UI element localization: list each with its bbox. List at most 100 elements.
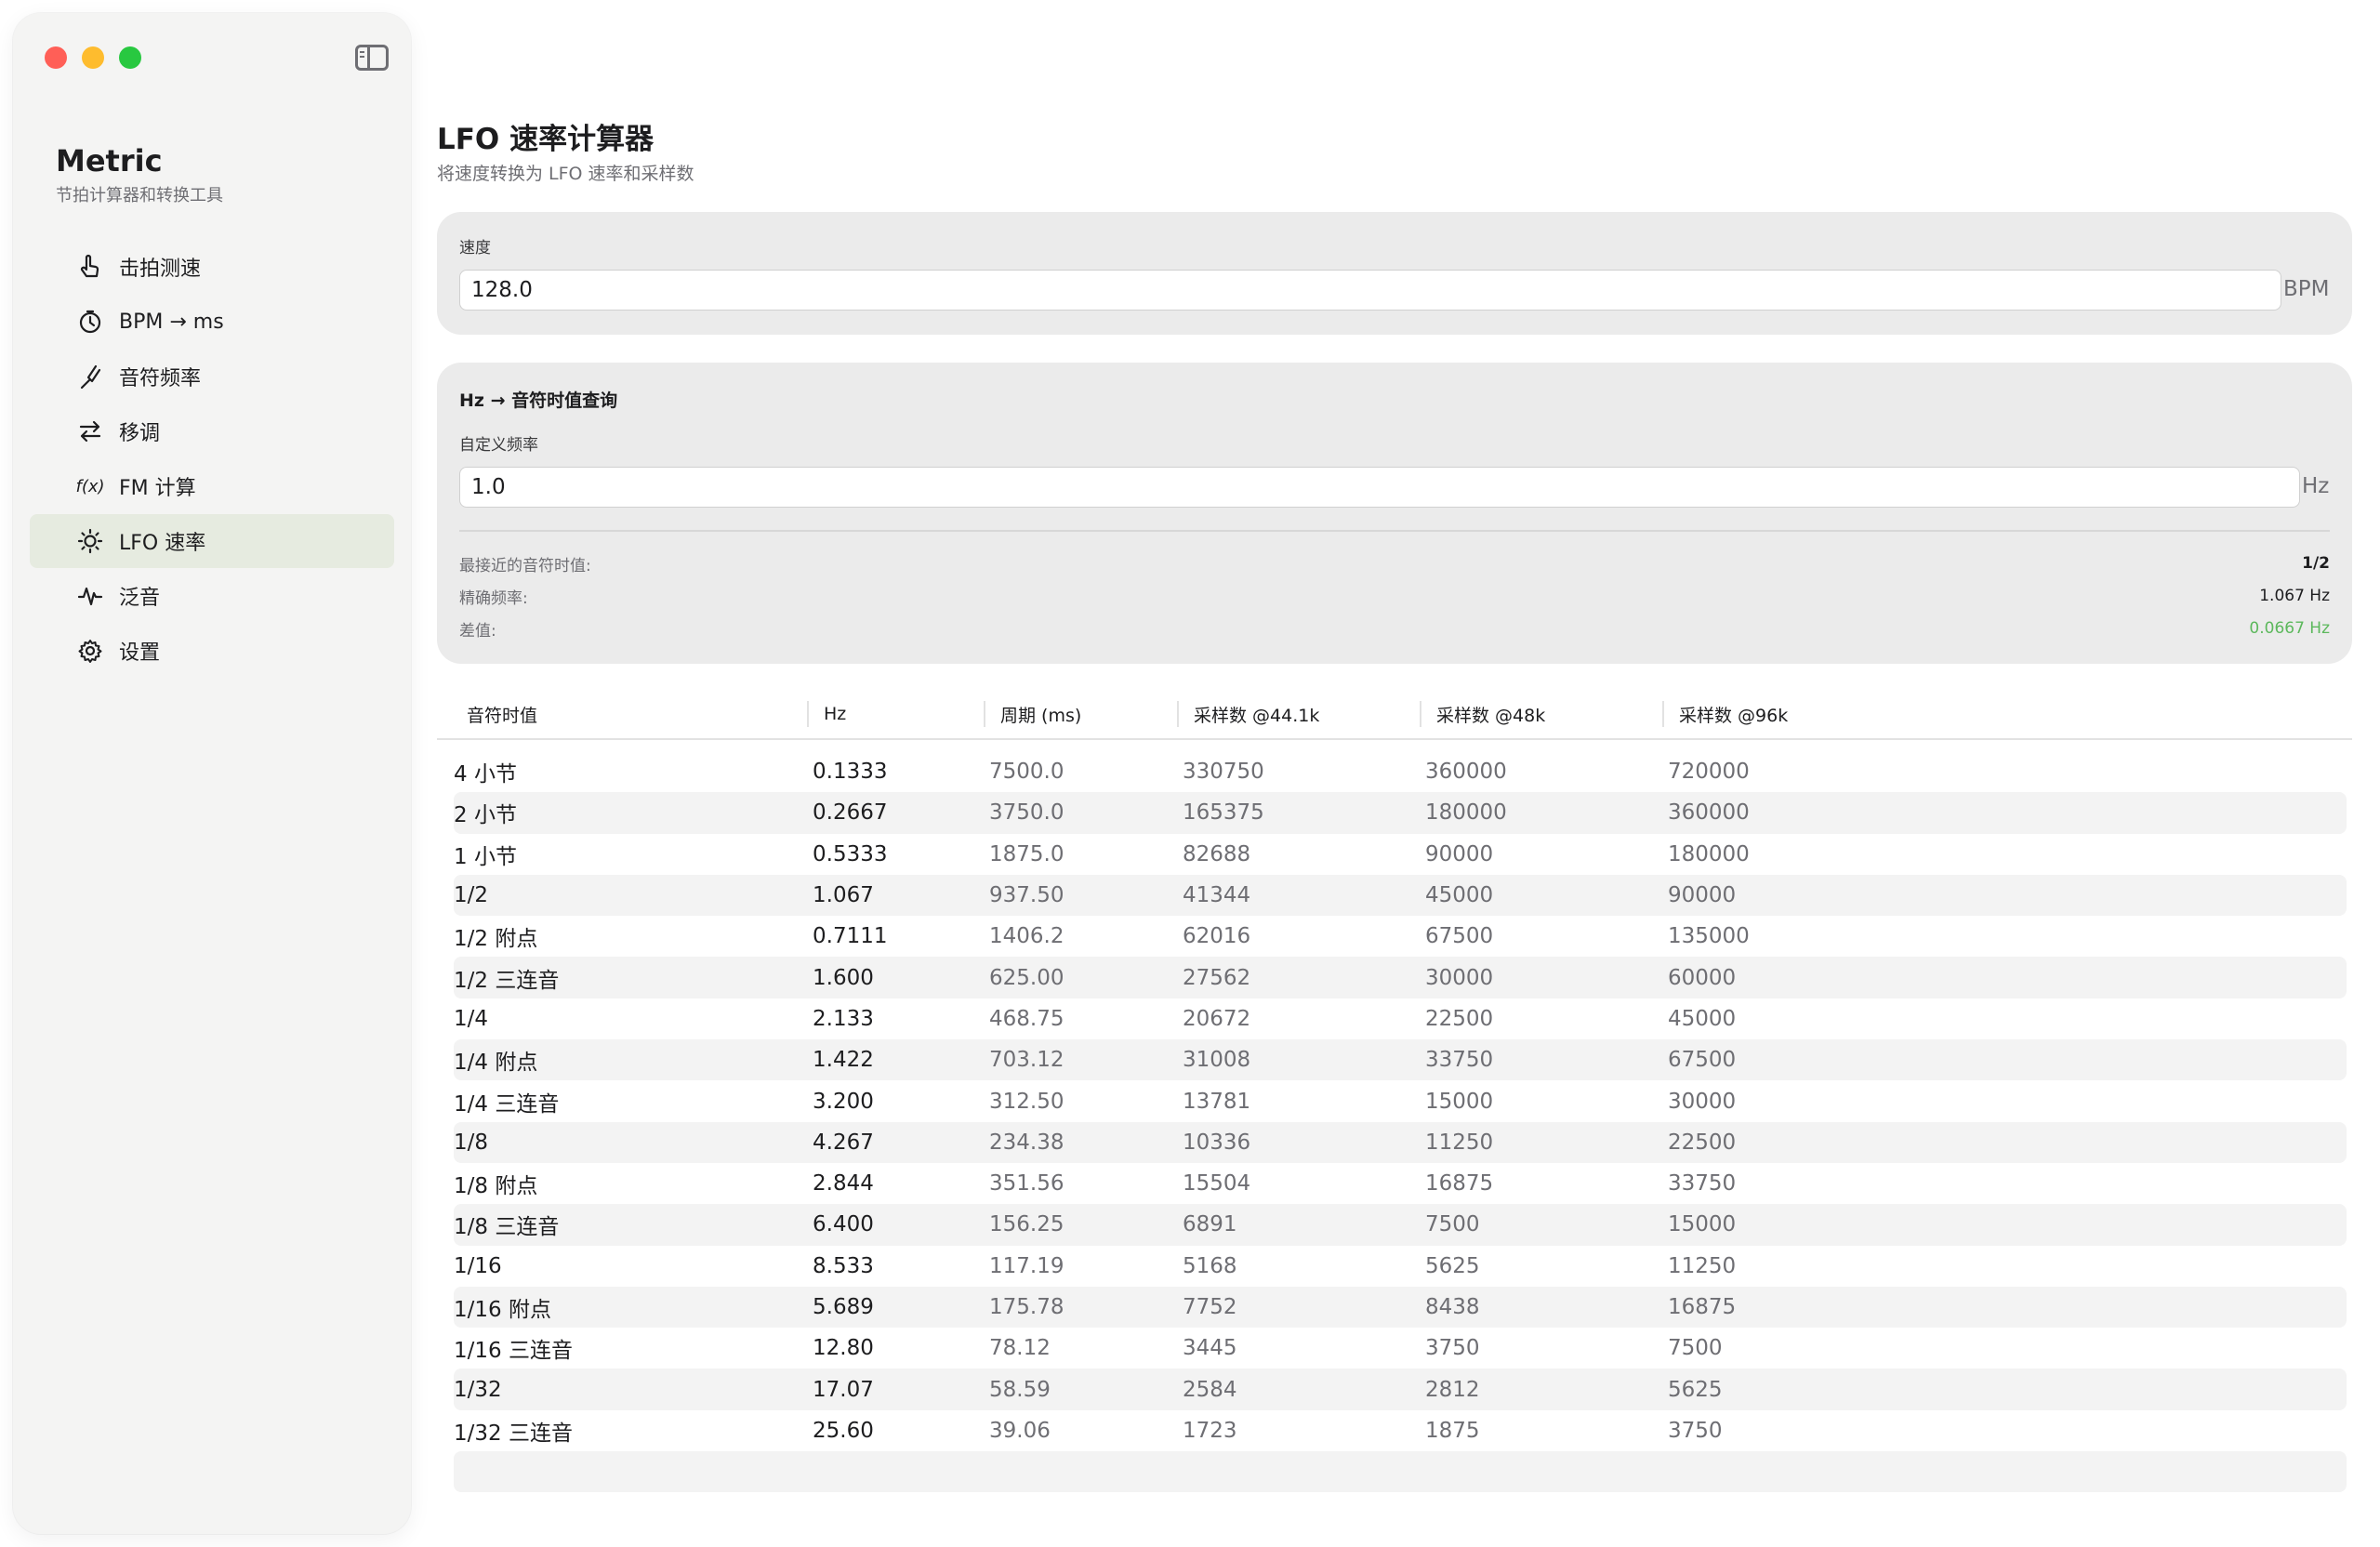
table-row[interactable]: 1/4 三连音 3.200 312.50 13781 15000 30000: [454, 1080, 2347, 1121]
table-cell: 1/32 三连音: [454, 1421, 573, 1446]
table-cell: 1.422: [813, 1048, 874, 1073]
table-cell: 7500.0: [989, 760, 1064, 785]
column-header-hz[interactable]: Hz: [824, 688, 846, 740]
table-cell: 22500: [1668, 1130, 1737, 1155]
page-title: LFO 速率计算器: [437, 123, 654, 156]
sidebar-item-fm[interactable]: f(x) FM 计算: [30, 459, 394, 513]
bpm-unit: BPM: [2283, 277, 2330, 301]
table-row[interactable]: 1/8 4.267 234.38 10336 11250 22500: [454, 1121, 2347, 1163]
table-cell: 2.844: [813, 1171, 874, 1197]
table-cell: 4.267: [813, 1130, 874, 1155]
table-cell: 5625: [1425, 1253, 1480, 1278]
table-cell: 15504: [1183, 1171, 1251, 1197]
speed-label: 速度: [459, 239, 491, 258]
table-cell: 15000: [1668, 1212, 1737, 1237]
exact-frequency-row: 精确频率: 1.067 Hz: [459, 584, 2330, 608]
table-row[interactable]: 1/16 附点 5.689 175.78 7752 8438 16875: [454, 1286, 2347, 1329]
table-cell: 60000: [1668, 965, 1737, 990]
column-header-note[interactable]: 音符时值: [467, 688, 537, 740]
table-cell: 165375: [1183, 800, 1264, 826]
table-cell: 33750: [1425, 1048, 1494, 1073]
table-row[interactable]: 1 小节 0.5333 1875.0 82688 90000 180000: [454, 834, 2347, 875]
zoom-window-button[interactable]: [119, 46, 141, 69]
table-cell: 1/32: [454, 1377, 502, 1402]
sidebar-item-lfo-rate[interactable]: LFO 速率: [30, 514, 394, 568]
table-row[interactable]: [454, 1451, 2347, 1493]
sidebar-item-tap-tempo[interactable]: 击拍测速: [30, 240, 394, 294]
table-cell: 17.07: [813, 1377, 874, 1402]
function-icon: f(x): [75, 476, 105, 496]
column-header-period[interactable]: 周期 (ms): [1000, 688, 1081, 740]
table-row[interactable]: 1/2 1.067 937.50 41344 45000 90000: [454, 874, 2347, 917]
bpm-input[interactable]: 128.0: [459, 270, 2281, 311]
table-row[interactable]: 1/16 8.533 117.19 5168 5625 11250: [454, 1246, 2347, 1287]
table-cell: 31008: [1183, 1048, 1251, 1073]
table-cell: 6891: [1183, 1212, 1237, 1237]
close-window-button[interactable]: [45, 46, 67, 69]
table-row[interactable]: 1/8 三连音 6.400 156.25 6891 7500 15000: [454, 1204, 2347, 1246]
table-cell: 1/16 附点: [454, 1298, 551, 1322]
main-content: LFO 速率计算器 将速度转换为 LFO 速率和采样数 速度 128.0 BPM…: [437, 0, 2352, 1547]
exact-frequency-label: 精确频率:: [459, 588, 528, 608]
table-row[interactable]: 1/4 附点 1.422 703.12 31008 33750 67500: [454, 1039, 2347, 1081]
sidebar-item-label: BPM → ms: [119, 310, 224, 334]
sidebar-item-transpose[interactable]: 移调: [30, 404, 394, 458]
table-row[interactable]: 1/16 三连音 12.80 78.12 3445 3750 7500: [454, 1328, 2347, 1368]
table-cell: 45000: [1668, 1006, 1737, 1031]
table-row[interactable]: 1/2 附点 0.7111 1406.2 62016 67500 135000: [454, 916, 2347, 957]
table-cell: 4 小节: [454, 762, 517, 787]
sidebar-item-label: 音符频率: [119, 367, 202, 390]
exact-frequency-value: 1.067 Hz: [2259, 587, 2330, 605]
sidebar-nav: 击拍测速 BPM → ms 音符频率 移调 f(x) FM 计算 LFO 速率 …: [30, 240, 394, 679]
sidebar-toggle-icon[interactable]: [355, 45, 389, 71]
table-row[interactable]: 1/8 附点 2.844 351.56 15504 16875 33750: [454, 1163, 2347, 1204]
table-cell: 5168: [1183, 1253, 1237, 1278]
table-cell: 1/16 三连音: [454, 1339, 573, 1364]
page-subtitle: 将速度转换为 LFO 速率和采样数: [437, 164, 694, 184]
table-cell: 3.200: [813, 1089, 874, 1114]
app-title: Metric: [56, 143, 163, 178]
nearest-note-label: 最接近的音符时值:: [459, 556, 591, 575]
lookup-title: Hz → 音符时值查询: [459, 390, 618, 411]
sidebar-item-note-frequency[interactable]: 音符频率: [30, 350, 394, 403]
table-cell: 1/2: [454, 883, 489, 908]
table-cell: 1/2 附点: [454, 927, 538, 952]
table-row[interactable]: 4 小节 0.1333 7500.0 330750 360000 720000: [454, 751, 2347, 792]
table-cell: 1875.0: [989, 841, 1064, 866]
app-subtitle: 节拍计算器和转换工具: [56, 186, 223, 205]
nearest-note-row: 最接近的音符时值: 1/2: [459, 551, 2330, 575]
difference-row: 差值: 0.0667 Hz: [459, 616, 2330, 641]
table-cell: 0.5333: [813, 841, 888, 866]
table-cell: 20672: [1183, 1006, 1251, 1031]
sidebar-item-overtones[interactable]: 泛音: [30, 569, 394, 623]
table-cell: 0.2667: [813, 800, 888, 826]
table-row[interactable]: 1/2 三连音 1.600 625.00 27562 30000 60000: [454, 957, 2347, 998]
table-cell: 82688: [1183, 841, 1251, 866]
table-cell: 1/2 三连音: [454, 968, 560, 993]
table-cell: 720000: [1668, 760, 1750, 785]
column-header-samples-96k[interactable]: 采样数 @96k: [1679, 688, 1788, 740]
column-header-samples-44k[interactable]: 采样数 @44.1k: [1194, 688, 1319, 740]
table-cell: 1/16: [454, 1253, 502, 1278]
column-divider: [1420, 701, 1421, 727]
gear-icon: [76, 637, 104, 665]
nearest-note-value: 1/2: [2302, 554, 2330, 573]
table-cell: 78.12: [989, 1336, 1051, 1361]
table-cell: 330750: [1183, 760, 1264, 785]
table-cell: 11250: [1668, 1253, 1737, 1278]
table-cell: 58.59: [989, 1377, 1051, 1402]
sidebar-item-bpm-ms[interactable]: BPM → ms: [30, 295, 394, 349]
sidebar-item-settings[interactable]: 设置: [30, 624, 394, 678]
table-cell: 234.38: [989, 1130, 1064, 1155]
table-cell: 10336: [1183, 1130, 1251, 1155]
table-cell: 351.56: [989, 1171, 1064, 1197]
minimize-window-button[interactable]: [82, 46, 104, 69]
table-row[interactable]: 1/4 2.133 468.75 20672 22500 45000: [454, 998, 2347, 1039]
column-header-samples-48k[interactable]: 采样数 @48k: [1436, 688, 1545, 740]
table-row[interactable]: 1/32 三连音 25.60 39.06 1723 1875 3750: [454, 1410, 2347, 1451]
table-row[interactable]: 2 小节 0.2667 3750.0 165375 180000 360000: [454, 792, 2347, 834]
table-cell: 11250: [1425, 1130, 1494, 1155]
table-cell: 360000: [1668, 800, 1750, 826]
table-row[interactable]: 1/32 17.07 58.59 2584 2812 5625: [454, 1368, 2347, 1410]
custom-frequency-input[interactable]: 1.0: [459, 467, 2300, 508]
